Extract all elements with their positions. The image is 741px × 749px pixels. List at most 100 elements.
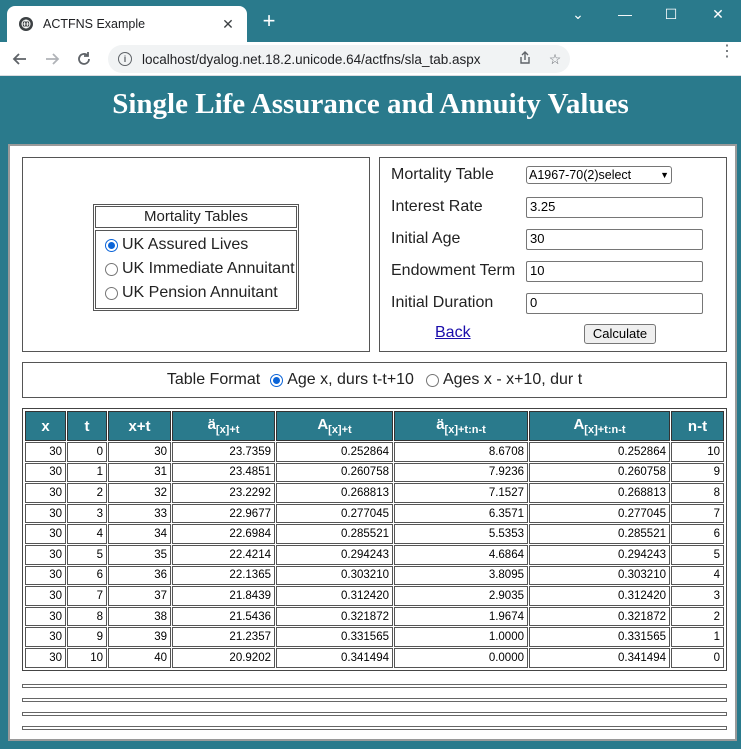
option-label[interactable]: UK Immediate Annuitant bbox=[122, 260, 295, 278]
new-tab-button[interactable]: + bbox=[258, 10, 280, 32]
initial-age-label: Initial Age bbox=[391, 230, 461, 247]
table-cell: 0.321872 bbox=[276, 606, 393, 627]
table-cell: 31 bbox=[108, 462, 171, 483]
address-bar[interactable]: i localhost/dyalog.net.18.2.unicode.64/a… bbox=[108, 45, 570, 73]
close-window-button[interactable]: ✕ bbox=[695, 0, 741, 28]
radio-age-x-durs[interactable] bbox=[270, 373, 284, 387]
table-body: 30 0 30 23.7359 0.252864 8.6708 0.252864 10 30 1 3… bbox=[25, 442, 724, 668]
radio-uk-pension-annuitant[interactable] bbox=[105, 286, 118, 300]
close-tab-icon[interactable]: ✕ bbox=[217, 16, 239, 33]
endowment-term-input[interactable]: 10 bbox=[526, 260, 703, 282]
chevron-down-icon: ▼ bbox=[660, 170, 669, 180]
table-cell: 3.8095 bbox=[394, 565, 528, 586]
initial-duration-input[interactable]: 0 bbox=[526, 292, 703, 314]
table-cell: 30 bbox=[25, 442, 66, 462]
results-table: x t x+t ä[x]+t A[x]+t ä[x]+t:n-t A[x]+t:n-t n-t… bbox=[24, 410, 725, 669]
table-cell: 20.9202 bbox=[172, 647, 275, 668]
radio-uk-immediate-annuitant[interactable] bbox=[105, 262, 118, 276]
table-cell: 21.2357 bbox=[172, 627, 275, 647]
column-header-subscript: [x]+t bbox=[328, 424, 352, 436]
column-header: ä[x]+t:n-t bbox=[394, 411, 528, 441]
bookmark-star-icon[interactable]: ☆ bbox=[540, 51, 570, 68]
radio-uk-assured-lives[interactable] bbox=[105, 238, 118, 252]
forward-arrow-icon[interactable] bbox=[40, 47, 64, 71]
column-header: x+t bbox=[108, 411, 171, 441]
url-text[interactable]: localhost/dyalog.net.18.2.unicode.64/act… bbox=[142, 52, 510, 67]
parameters-panel: Mortality Table A1967-70(2)select ▼ Inte… bbox=[379, 157, 727, 352]
back-link[interactable]: Back bbox=[435, 324, 471, 342]
format-option-label[interactable]: Age x, durs t-t+10 bbox=[287, 371, 414, 389]
table-row: 30 5 35 22.4214 0.294243 4.6864 0.294243 5 bbox=[25, 544, 724, 565]
table-cell: 5.5353 bbox=[394, 524, 528, 544]
table-format-row: Table Format Age x, durs t-t+10 Ages x -… bbox=[23, 363, 726, 397]
calculate-button[interactable]: Calculate bbox=[584, 324, 656, 344]
table-cell: 0.277045 bbox=[276, 503, 393, 524]
share-icon[interactable] bbox=[510, 50, 540, 68]
table-cell: 5 bbox=[67, 544, 107, 565]
table-cell: 0.285521 bbox=[529, 524, 670, 544]
table-row: 30 0 30 23.7359 0.252864 8.6708 0.252864 10 bbox=[25, 442, 724, 462]
option-uk-pension-annuitant[interactable]: UK Pension Annuitant bbox=[105, 281, 296, 305]
table-cell: 22.4214 bbox=[172, 544, 275, 565]
column-header-subscript: [x]+t bbox=[215, 424, 240, 436]
mortality-tables-caption: Mortality Tables bbox=[95, 206, 297, 228]
table-cell: 10 bbox=[67, 647, 107, 668]
table-cell: 3 bbox=[67, 503, 107, 524]
table-cell: 30 bbox=[25, 503, 66, 524]
mortality-table-label: Mortality Table bbox=[391, 166, 494, 183]
table-cell: 39 bbox=[108, 627, 171, 647]
endowment-term-label: Endowment Term bbox=[391, 262, 516, 279]
option-uk-assured-lives[interactable]: UK Assured Lives bbox=[105, 233, 296, 257]
table-cell: 0.285521 bbox=[276, 524, 393, 544]
table-cell: 37 bbox=[108, 586, 171, 606]
main-panel: Mortality Tables UK Assured Lives UK Imm… bbox=[8, 144, 737, 741]
option-label[interactable]: UK Assured Lives bbox=[122, 236, 248, 254]
table-cell: 9 bbox=[671, 462, 724, 483]
table-cell: 30 bbox=[25, 483, 66, 503]
minimize-button[interactable]: — bbox=[602, 0, 648, 28]
table-cell: 0.268813 bbox=[529, 483, 670, 503]
info-icon[interactable]: i bbox=[118, 52, 132, 66]
table-cell: 22.1365 bbox=[172, 565, 275, 586]
column-header-label: ä bbox=[436, 416, 445, 433]
table-cell: 1 bbox=[671, 627, 724, 647]
table-cell: 0 bbox=[67, 442, 107, 462]
browser-tab[interactable]: ACTFNS Example ✕ bbox=[7, 6, 247, 42]
reload-icon[interactable] bbox=[72, 47, 96, 71]
table-cell: 5 bbox=[671, 544, 724, 565]
table-cell: 0.312420 bbox=[276, 586, 393, 606]
table-cell: 6 bbox=[67, 565, 107, 586]
option-label[interactable]: UK Pension Annuitant bbox=[122, 284, 278, 302]
browser-menu-icon[interactable]: ⋮ bbox=[719, 44, 735, 60]
divider bbox=[22, 712, 727, 716]
table-row: 30 6 36 22.1365 0.303210 3.8095 0.303210 4 bbox=[25, 565, 724, 586]
option-uk-immediate-annuitant[interactable]: UK Immediate Annuitant bbox=[105, 257, 296, 281]
results-table-frame: x t x+t ä[x]+t A[x]+t ä[x]+t:n-t A[x]+t:n-t n-t… bbox=[22, 408, 727, 671]
column-header: A[x]+t:n-t bbox=[529, 411, 670, 441]
interest-rate-label: Interest Rate bbox=[391, 198, 483, 215]
table-cell: 33 bbox=[108, 503, 171, 524]
table-cell: 1.0000 bbox=[394, 627, 528, 647]
radio-ages-x-dur-t[interactable] bbox=[425, 373, 439, 387]
table-cell: 30 bbox=[25, 647, 66, 668]
table-cell: 7 bbox=[67, 586, 107, 606]
table-cell: 0.303210 bbox=[276, 565, 393, 586]
table-cell: 8 bbox=[671, 483, 724, 503]
tab-search-icon[interactable]: ⌄ bbox=[555, 0, 601, 28]
mortality-table-select[interactable]: A1967-70(2)select ▼ bbox=[526, 166, 672, 184]
column-header: n-t bbox=[671, 411, 724, 441]
table-cell: 23.4851 bbox=[172, 462, 275, 483]
table-cell: 0.303210 bbox=[529, 565, 670, 586]
interest-rate-row: Interest Rate 3.25 bbox=[391, 195, 703, 219]
initial-age-input[interactable]: 30 bbox=[526, 228, 703, 250]
table-cell: 30 bbox=[25, 544, 66, 565]
table-cell: 0.331565 bbox=[276, 627, 393, 647]
back-arrow-icon[interactable] bbox=[8, 47, 32, 71]
table-cell: 22.6984 bbox=[172, 524, 275, 544]
format-option-label[interactable]: Ages x - x+10, dur t bbox=[443, 371, 582, 389]
table-cell: 0.341494 bbox=[529, 647, 670, 668]
initial-duration-label: Initial Duration bbox=[391, 294, 494, 311]
interest-rate-input[interactable]: 3.25 bbox=[526, 196, 703, 218]
table-cell: 0.260758 bbox=[529, 462, 670, 483]
maximize-button[interactable]: ☐ bbox=[648, 0, 694, 28]
